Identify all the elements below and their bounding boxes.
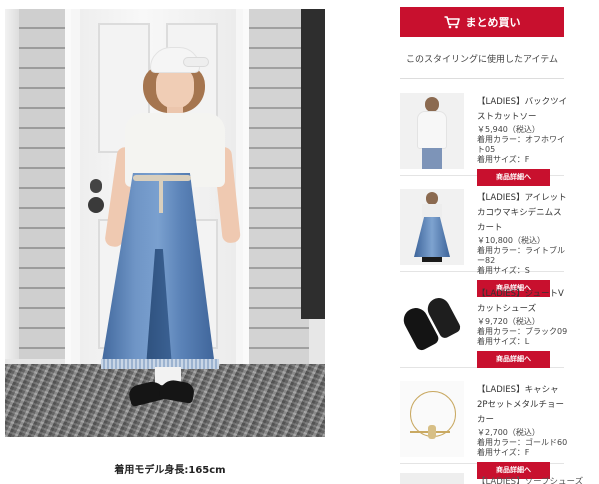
item-color: 着用カラー：ブラック09 [477,327,568,336]
door-lock [88,197,104,213]
model-face [156,67,194,109]
model-hat-brim [183,57,209,67]
model-height-caption: 着用モデル身長:165cm [114,465,226,476]
thumb-top [422,204,442,218]
door-knob [90,179,102,193]
thumb-denim-skirt [414,217,450,257]
item-price: ￥5,940（税込） [477,125,540,134]
list-item: 【LADIES】キャシャ2Pセットメタルチョーカー ￥2,700（税込） 着用カ… [400,368,567,479]
brick-wall-left [5,9,65,359]
bulk-buy-label: まとめ買い [465,16,521,29]
thumb-cutsew [417,111,447,149]
product-detail-button[interactable]: 商品詳細へ [477,351,550,368]
list-item: 【LADIES】バックツイストカットソー ￥5,940（税込） 着用カラー：オフ… [400,80,567,186]
item-color: 着用カラー：ライトブルー82 [477,246,565,265]
bulk-buy-button[interactable]: まとめ買い [400,7,564,37]
item-size: 着用サイズ：L [477,337,530,346]
item-list: 【LADIES】バックツイストカットソー ￥5,940（税込） 着用カラー：オフ… [400,80,583,484]
item-price: ￥10,800（税込） [477,236,545,245]
list-item: 【LADIES】ジュートVカットシューズ ￥9,720（税込） 着用カラー：ブラ… [400,272,567,368]
dark-doorway [301,9,325,319]
item-name[interactable]: 【LADIES】ジュートVカットシューズ [477,287,569,317]
section-divider [400,78,564,79]
model-belt-tie [159,179,163,213]
item-thumbnail[interactable] [400,381,464,457]
item-thumbnail[interactable] [400,285,464,361]
item-price: ￥2,700（税込） [477,428,540,437]
thumb-jeans [422,148,442,169]
item-price: ￥9,720（税込） [477,317,540,326]
item-name[interactable]: 【LADIES】キャシャ2Pセットメタルチョーカー [477,383,569,428]
thumb-shoes [422,257,442,262]
list-item-partial: 【LADIES】ソープシューズ [400,464,583,484]
item-name[interactable]: 【LADIES】ソープシューズ [477,475,583,484]
item-thumbnail[interactable] [400,189,464,265]
cart-icon [444,15,460,29]
item-color: 着用カラー：ゴールド60 [477,438,568,447]
item-size: 着用サイズ：F [477,155,530,164]
item-thumbnail[interactable] [400,473,464,484]
item-name[interactable]: 【LADIES】アイレットカコウマキシデニムスカート [477,191,569,236]
item-info: 【LADIES】ジュートVカットシューズ ￥9,720（税込） 着用カラー：ブラ… [477,287,569,368]
item-size: 着用サイズ：F [477,448,530,457]
list-item: 【LADIES】アイレットカコウマキシデニムスカート ￥10,800（税込） 着… [400,176,567,297]
section-title: このスタイリングに使用したアイテム [405,55,559,65]
item-thumbnail[interactable] [400,93,464,169]
styling-photo [5,9,325,437]
brick-wall-right [249,9,309,379]
item-info: 【LADIES】バックツイストカットソー ￥5,940（税込） 着用カラー：オフ… [477,95,569,186]
thumb-choker-pendant [428,425,436,439]
item-color: 着用カラー：オフホワイト05 [477,135,565,154]
thumb-model-head [425,97,439,112]
item-name[interactable]: 【LADIES】バックツイストカットソー [477,95,569,125]
